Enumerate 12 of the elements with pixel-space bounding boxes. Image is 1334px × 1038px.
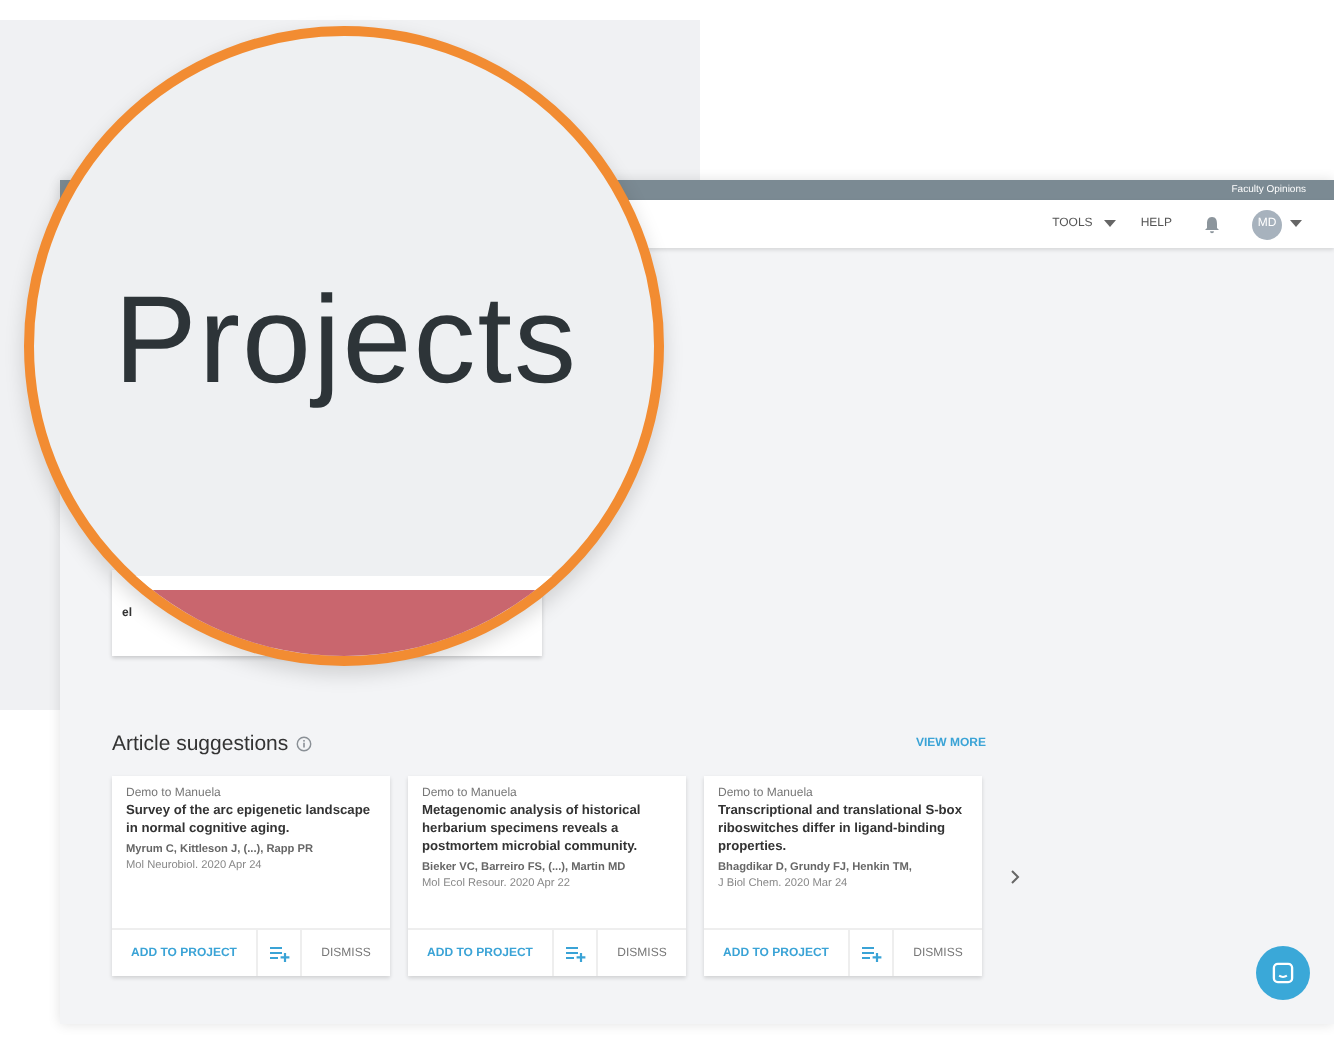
caret-icon (1290, 220, 1302, 228)
playlist-add-icon (861, 945, 881, 961)
chevron-right-icon (1010, 869, 1020, 883)
page-heading: Projects (114, 272, 578, 412)
playlist-add-icon (269, 945, 289, 961)
chat-button[interactable] (1256, 946, 1310, 1000)
section-title: Article suggestions (112, 732, 289, 756)
chat-icon (1270, 960, 1296, 986)
playlist-add-icon (565, 945, 585, 961)
info-icon (296, 736, 313, 752)
caret-icon (1104, 220, 1117, 228)
bell-icon[interactable] (1204, 215, 1220, 233)
